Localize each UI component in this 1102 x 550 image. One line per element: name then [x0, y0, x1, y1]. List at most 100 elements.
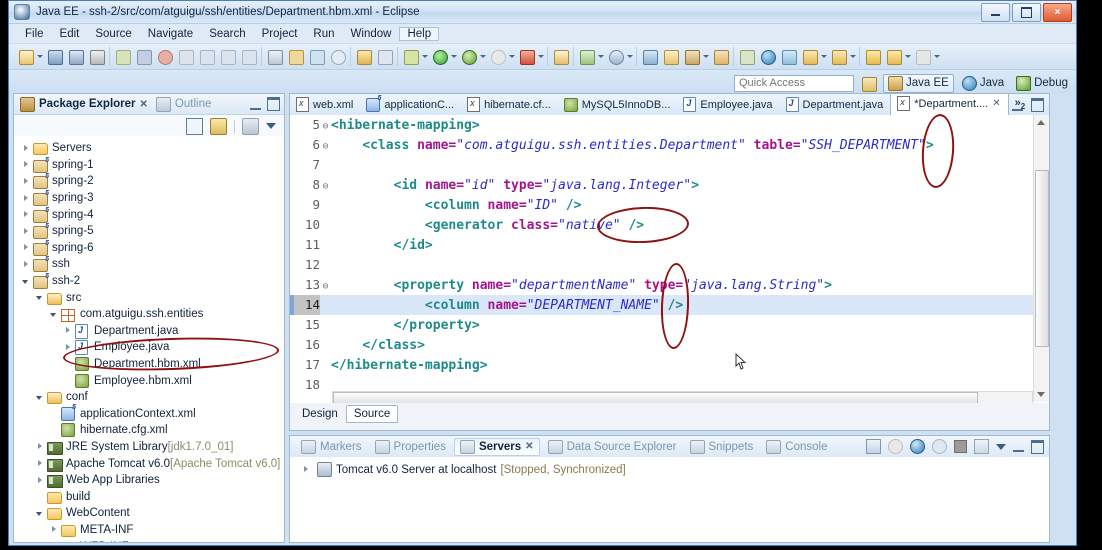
debug-dropdown-icon[interactable]: [479, 47, 487, 66]
new-package-icon[interactable]: [577, 47, 596, 66]
minimize-view-button[interactable]: [1013, 441, 1024, 452]
stop-icon[interactable]: [954, 440, 967, 453]
tree-twisty-collapsed[interactable]: [22, 260, 31, 269]
bottom-tab[interactable]: Servers ✕: [453, 437, 540, 456]
code-line[interactable]: 6 ⊖ <class name="com.atguigu.ssh.entities…: [290, 135, 1034, 155]
close-icon[interactable]: ✕: [140, 99, 148, 110]
coverage-dropdown-icon[interactable]: [508, 47, 516, 66]
maximize-view-button[interactable]: [267, 97, 280, 111]
tree-item[interactable]: Department.hbm.xml: [14, 356, 284, 373]
minimize-view-button[interactable]: [250, 99, 261, 110]
server-row[interactable]: Tomcat v6.0 Server at localhost [Stopped,…: [290, 461, 1049, 478]
code-line[interactable]: 16 </class>: [290, 335, 1034, 355]
back-icon[interactable]: [863, 47, 882, 66]
new-class-icon[interactable]: [606, 47, 625, 66]
search-icon[interactable]: [328, 47, 347, 66]
menu-file[interactable]: File: [17, 27, 52, 41]
bottom-tab[interactable]: Properties: [370, 439, 451, 455]
tree-item[interactable]: Web App Libraries: [14, 472, 284, 489]
open-task-icon[interactable]: [265, 47, 284, 66]
link-icon[interactable]: [375, 47, 394, 66]
code-line[interactable]: 9 <column name="ID" />: [290, 195, 1034, 215]
debug-icon[interactable]: [910, 439, 925, 454]
perspective-java-ee[interactable]: Java EE: [882, 73, 954, 93]
step-over-icon[interactable]: [218, 47, 237, 66]
previous-annotation-dropdown-icon[interactable]: [820, 47, 828, 66]
tree-item[interactable]: spring-4: [14, 206, 284, 223]
terminate-icon[interactable]: [155, 47, 174, 66]
last-edit-icon[interactable]: [354, 47, 373, 66]
tree-item[interactable]: Servers: [14, 140, 284, 157]
menu-window[interactable]: Window: [343, 27, 400, 41]
tree-twisty-collapsed[interactable]: [22, 177, 31, 186]
run-on-server-icon[interactable]: [517, 47, 536, 66]
network-icon[interactable]: [779, 47, 798, 66]
editor-tab[interactable]: *Department....✕: [890, 94, 1009, 115]
perspective-debug[interactable]: Debug: [1012, 75, 1072, 92]
tree-item[interactable]: Apache Tomcat v6.0 [Apache Tomcat v6.0]: [14, 455, 284, 472]
tree-item[interactable]: spring-3: [14, 190, 284, 207]
bottom-tab[interactable]: Snippets: [685, 439, 759, 455]
tree-item[interactable]: Employee.hbm.xml: [14, 372, 284, 389]
maximize-view-button[interactable]: [1031, 439, 1044, 454]
project-tree[interactable]: Servers spring-1 spring-2 spring-3 spring-4 s…: [14, 136, 284, 542]
collapse-all-icon[interactable]: [186, 117, 203, 135]
maximize-editor-button[interactable]: [1031, 98, 1044, 112]
minimize-editor-button[interactable]: [1012, 100, 1023, 111]
fold-marker[interactable]: ⊖: [320, 137, 331, 157]
tree-twisty-collapsed[interactable]: [36, 459, 45, 468]
forward-dropdown-icon[interactable]: [904, 47, 912, 66]
new-wizard-dropdown-icon[interactable]: [36, 47, 44, 66]
next-dropdown-icon[interactable]: [933, 47, 941, 66]
tree-item[interactable]: ssh-2: [14, 273, 284, 290]
view-menu-filter-icon[interactable]: [242, 117, 259, 135]
pin-icon[interactable]: [682, 47, 701, 66]
step-into-icon[interactable]: [197, 47, 216, 66]
annotation-icon[interactable]: [711, 47, 730, 66]
editor-tab[interactable]: hibernate.cf...: [461, 94, 558, 115]
code-line[interactable]: 10 <generator class="native" />: [290, 215, 1034, 235]
tree-twisty-collapsed[interactable]: [22, 194, 31, 203]
open-folder-icon[interactable]: [640, 47, 659, 66]
scroll-up-icon[interactable]: [1037, 120, 1045, 125]
tree-twisty-collapsed[interactable]: [22, 144, 31, 153]
view-menu-icon[interactable]: [996, 443, 1006, 450]
tree-item[interactable]: spring-6: [14, 240, 284, 257]
code-line[interactable]: 5 ⊖ <hibernate-mapping>: [290, 115, 1034, 135]
tree-item[interactable]: WEB-INF: [14, 538, 284, 542]
tree-item[interactable]: JRE System Library [jdk1.7.0_01]: [14, 439, 284, 456]
minimize-button[interactable]: [981, 3, 1010, 22]
tree-twisty-expanded[interactable]: [36, 509, 45, 518]
editor-tab[interactable]: Employee.java: [677, 94, 779, 115]
menu-edit[interactable]: Edit: [52, 27, 88, 41]
run-icon[interactable]: [430, 47, 449, 66]
new-java-project-icon[interactable]: [551, 47, 570, 66]
new-wizard-icon[interactable]: [16, 47, 35, 66]
pin-dropdown-icon[interactable]: [702, 47, 710, 66]
tree-item[interactable]: applicationContext.xml: [14, 404, 284, 423]
tree-item[interactable]: Employee.java: [14, 339, 284, 356]
tree-item[interactable]: ssh: [14, 256, 284, 273]
tree-twisty-collapsed[interactable]: [22, 227, 31, 236]
menu-help[interactable]: Help: [399, 26, 440, 41]
tree-twisty-collapsed[interactable]: [22, 160, 31, 169]
restore-icon[interactable]: [737, 47, 756, 66]
open-perspective-icon[interactable]: [859, 74, 878, 93]
tree-item[interactable]: META-INF: [14, 522, 284, 539]
open-resource-icon[interactable]: [661, 47, 680, 66]
tree-twisty-collapsed[interactable]: [22, 210, 31, 219]
tree-twisty-collapsed[interactable]: [36, 476, 45, 485]
tab-package-explorer[interactable]: Package Explorer ✕: [18, 96, 154, 113]
menu-search[interactable]: Search: [201, 27, 253, 41]
new-package-dropdown-icon[interactable]: [597, 47, 605, 66]
close-button[interactable]: ×: [1043, 3, 1072, 22]
menu-project[interactable]: Project: [254, 27, 306, 41]
globe-icon[interactable]: [758, 47, 777, 66]
pause-icon[interactable]: [134, 47, 153, 66]
tree-twisty-expanded[interactable]: [36, 393, 45, 402]
tree-item[interactable]: spring-5: [14, 223, 284, 240]
tree-item[interactable]: src: [14, 289, 284, 306]
disconnect-icon[interactable]: [176, 47, 195, 66]
editor-tab[interactable]: Department.java: [780, 94, 891, 115]
tree-twisty-collapsed[interactable]: [64, 326, 73, 335]
